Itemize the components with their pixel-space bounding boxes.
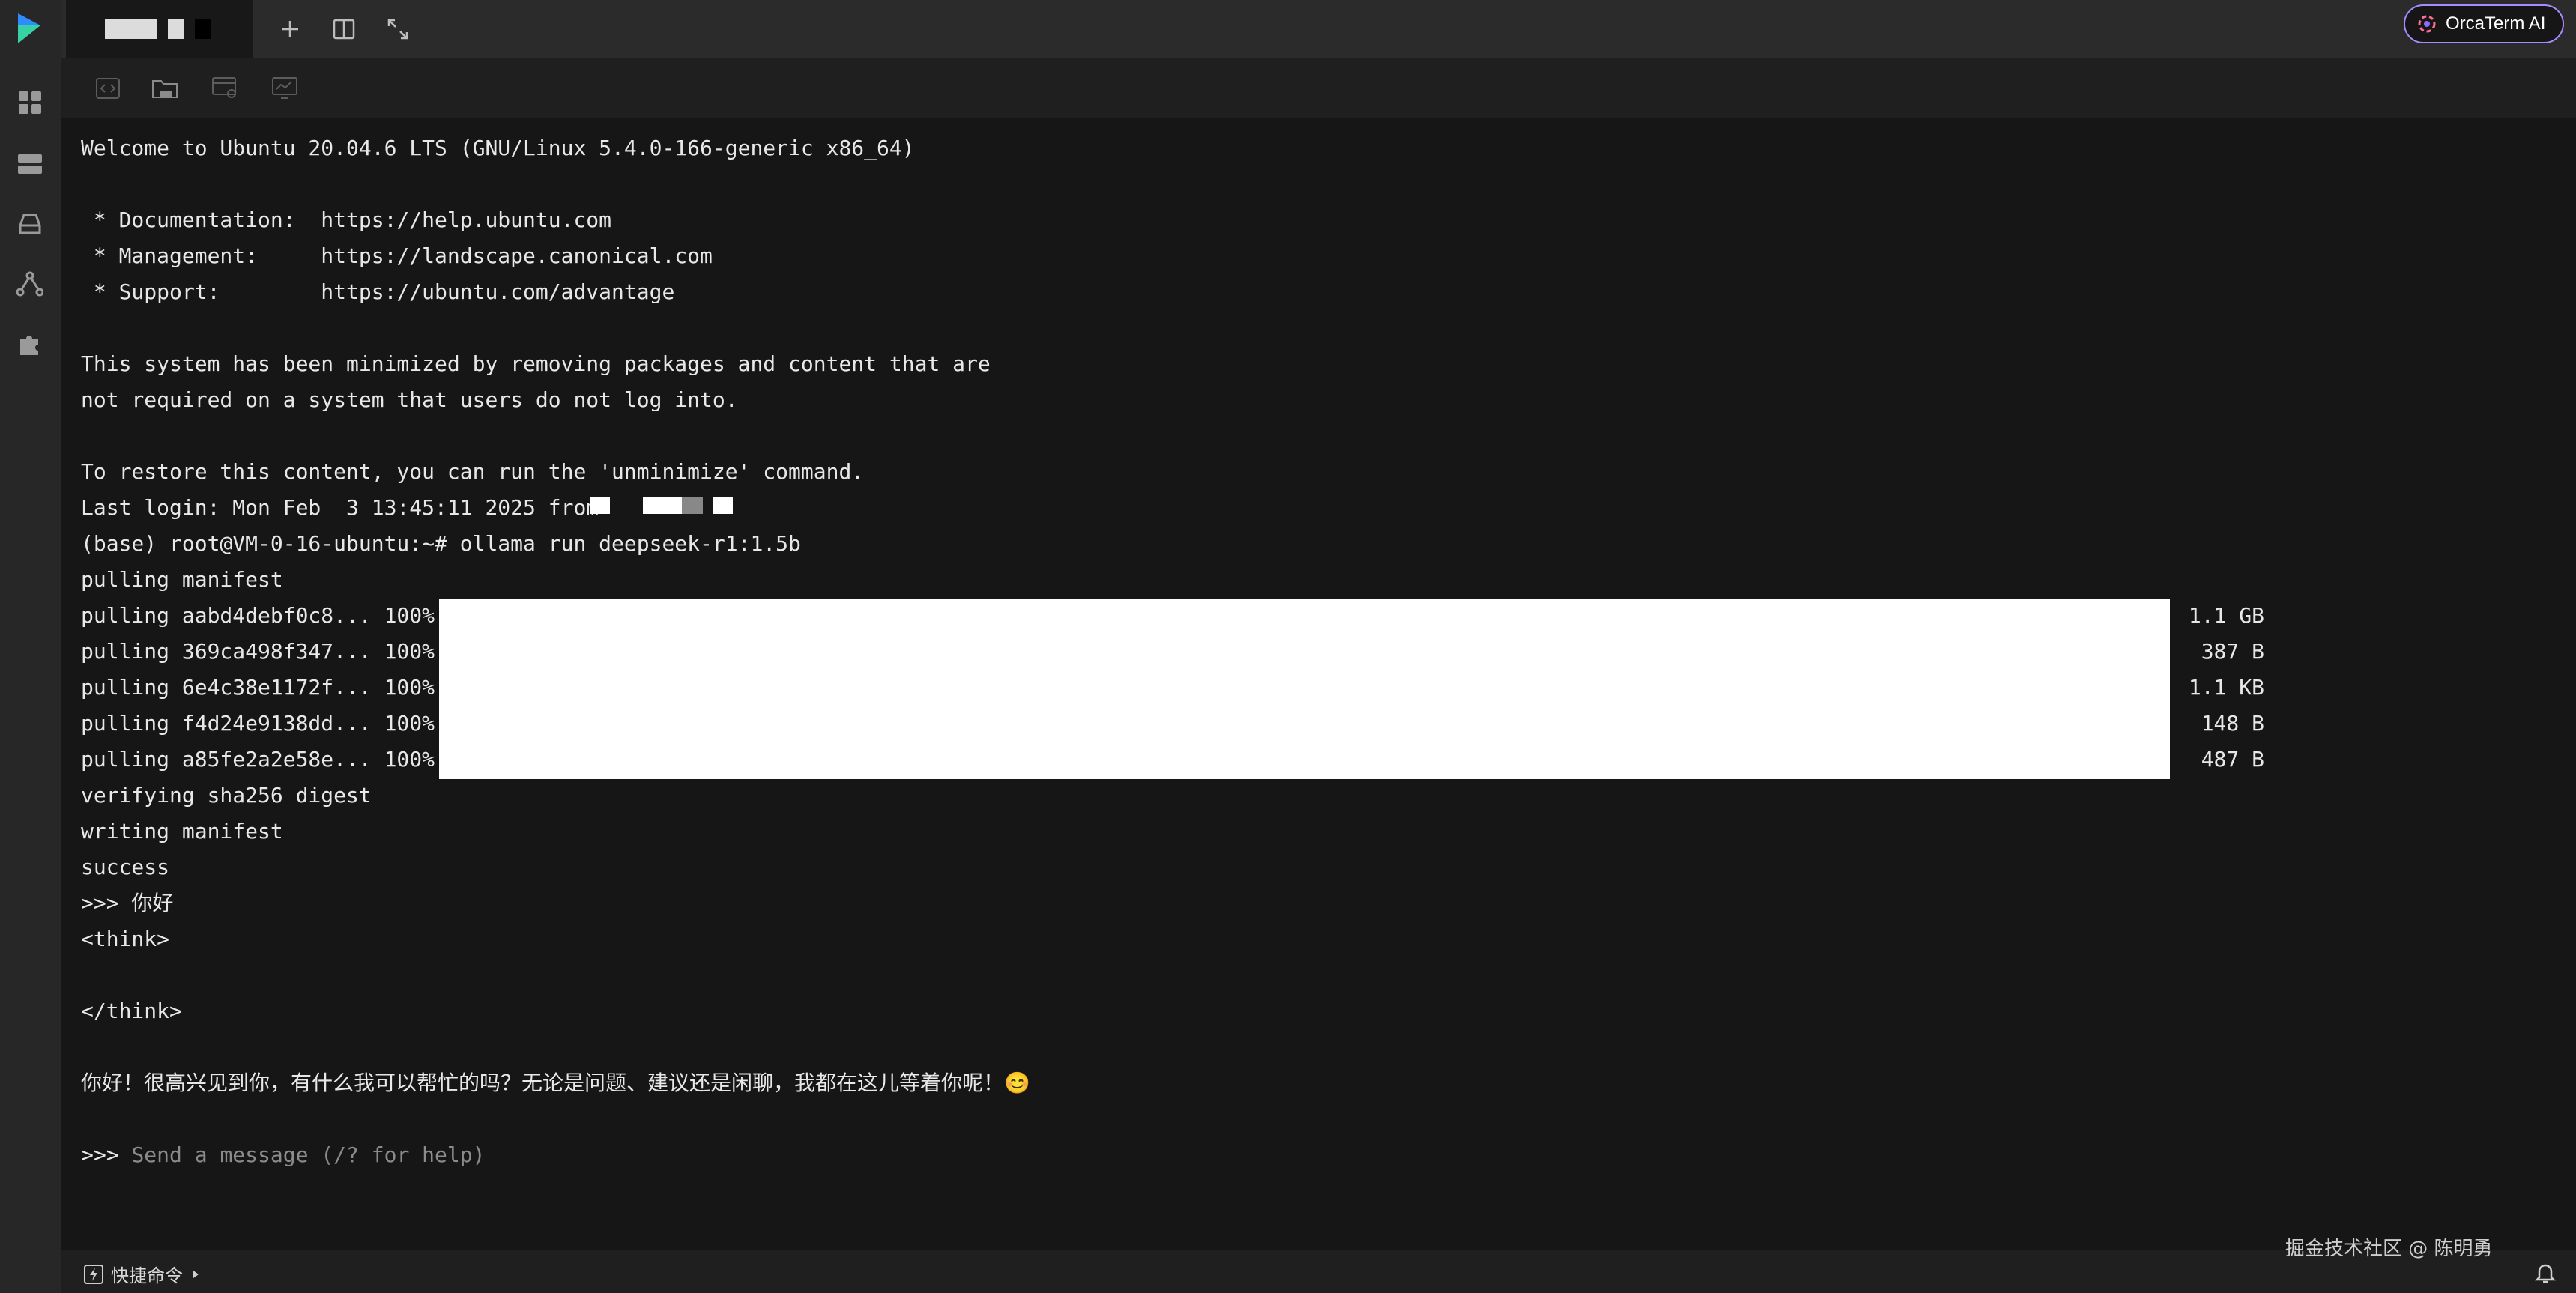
split-view-icon[interactable] xyxy=(325,10,363,48)
bell-icon[interactable] xyxy=(2534,1262,2557,1284)
terminal-line: success xyxy=(81,855,170,879)
app-logo-icon[interactable] xyxy=(13,7,46,49)
quick-command-button[interactable]: 快捷命令 xyxy=(84,1261,201,1287)
status-bar: 快捷命令 xyxy=(61,1250,2576,1293)
terminal-line: To restore this content, you can run the… xyxy=(81,459,865,484)
session-tab[interactable] xyxy=(66,0,253,58)
terminal-line: pulling manifest xyxy=(81,567,283,592)
tab-title-redacted xyxy=(105,19,157,39)
pull-size: 148 B xyxy=(2201,711,2264,736)
terminal-toolbar xyxy=(61,58,2576,118)
caret-right-icon xyxy=(193,1270,199,1278)
plugin-icon[interactable] xyxy=(14,328,46,360)
watermark: 掘金技术社区 @ 陈明勇 xyxy=(2285,1238,2493,1260)
quick-command-label: 快捷命令 xyxy=(111,1266,183,1286)
last-login-line: Last login: Mon Feb 3 13:45:11 2025 from xyxy=(81,495,599,520)
redacted-ip-block xyxy=(713,497,733,514)
tab-close-redacted[interactable] xyxy=(195,19,211,39)
terminal-line: * Support: https://ubuntu.com/advantage xyxy=(81,279,675,304)
assistant-reply-line: 你好！很高兴见到你，有什么我可以帮忙的吗？无论是问题、建议还是闲聊，我都在这儿等… xyxy=(81,1071,1030,1095)
disk-icon[interactable] xyxy=(14,208,46,240)
pull-size: 1.1 GB xyxy=(2188,603,2264,628)
tab-status-redacted xyxy=(168,19,184,39)
terminal-line: <think> xyxy=(81,927,170,951)
terminal-line: This system has been minimized by removi… xyxy=(81,351,991,376)
lightning-icon xyxy=(84,1264,103,1284)
terminal-line: </think> xyxy=(81,999,182,1023)
sftp-folder-icon[interactable] xyxy=(148,72,181,105)
top-bar: OrcaTerm AI xyxy=(61,0,2576,58)
monitor-settings-icon[interactable] xyxy=(208,72,241,105)
redacted-ip-block xyxy=(590,497,610,514)
new-tab-button[interactable] xyxy=(271,10,309,48)
pull-line: pulling aabd4debf0c8... 100% xyxy=(81,603,435,628)
dashboard-icon[interactable] xyxy=(14,87,46,118)
pull-line: pulling a85fe2a2e58e... 100% xyxy=(81,747,435,772)
terminal-line: Welcome to Ubuntu 20.04.6 LTS (GNU/Linux… xyxy=(81,136,915,160)
terminal-line: writing manifest xyxy=(81,819,283,844)
redacted-ip-block xyxy=(682,497,703,514)
pull-line: pulling 369ca498f347... 100% xyxy=(81,639,435,664)
server-icon[interactable] xyxy=(14,148,46,180)
terminal-line: verifying sha256 digest xyxy=(81,783,372,808)
orcaterm-ai-button[interactable]: OrcaTerm AI xyxy=(2404,4,2564,43)
pull-line: pulling f4d24e9138dd... 100% xyxy=(81,711,435,736)
terminal-output[interactable]: Welcome to Ubuntu 20.04.6 LTS (GNU/Linux… xyxy=(61,118,2576,1250)
prompt-symbol: >>> xyxy=(81,1142,132,1167)
pull-line: pulling 6e4c38e1172f... 100% xyxy=(81,675,435,700)
redacted-ip-block xyxy=(643,497,682,514)
message-input-placeholder[interactable]: Send a message (/? for help) xyxy=(131,1142,485,1167)
orcaterm-ai-label: OrcaTerm AI xyxy=(2446,13,2546,34)
terminal-line: not required on a system that users do n… xyxy=(81,387,738,412)
pull-size: 1.1 KB xyxy=(2188,675,2264,700)
prompt-line[interactable]: >>> Send a message (/? for help) xyxy=(81,1137,485,1173)
monitor-chart-icon[interactable] xyxy=(268,72,301,105)
sparkle-icon xyxy=(2418,15,2436,33)
pull-size: 487 B xyxy=(2201,747,2264,772)
progress-bars xyxy=(439,599,2170,779)
pull-size: 387 B xyxy=(2201,639,2264,664)
terminal-line: * Documentation: https://help.ubuntu.com xyxy=(81,208,612,232)
expand-icon[interactable] xyxy=(379,10,417,48)
code-icon[interactable] xyxy=(91,72,124,105)
network-icon[interactable] xyxy=(14,268,46,300)
left-rail xyxy=(0,0,61,1293)
user-message-line: >>> 你好 xyxy=(81,891,174,915)
command-line: (base) root@VM-0-16-ubuntu:~# ollama run… xyxy=(81,531,801,556)
terminal-line: * Management: https://landscape.canonica… xyxy=(81,243,713,268)
